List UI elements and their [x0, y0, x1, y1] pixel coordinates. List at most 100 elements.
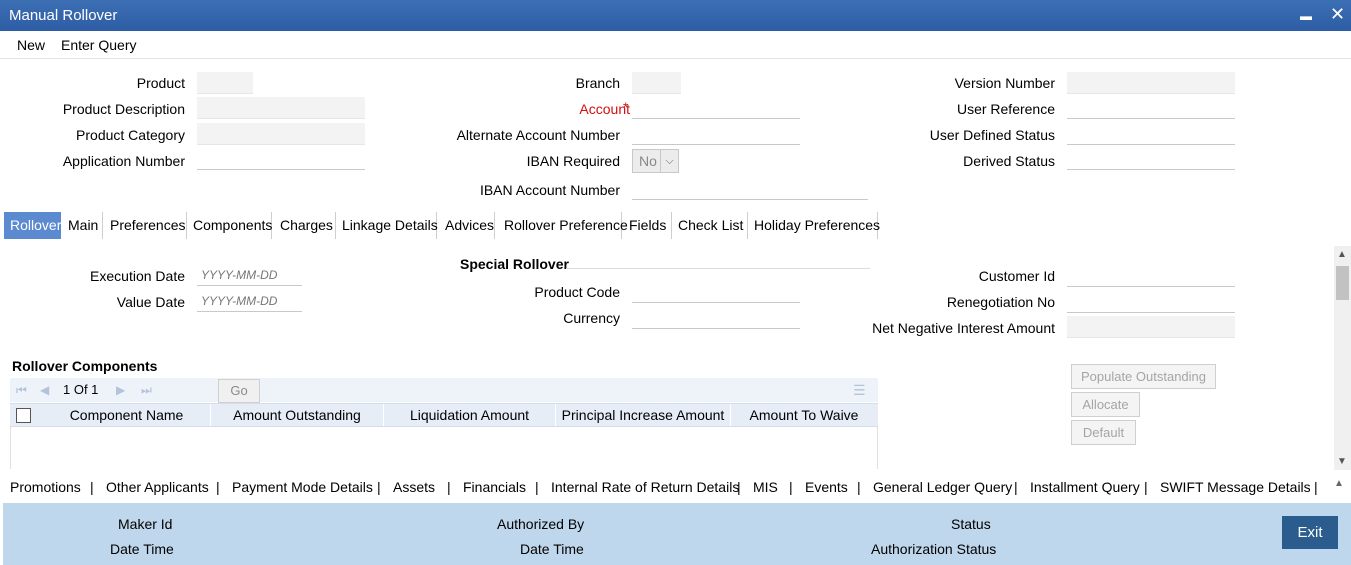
iban-required-value: No — [639, 153, 657, 169]
version-number-field[interactable] — [1067, 72, 1235, 94]
application-number-label: Application Number — [62, 153, 185, 169]
column-principal-increase-amount[interactable]: Principal Increase Amount — [556, 407, 730, 423]
go-button[interactable]: Go — [218, 379, 260, 403]
link-payment-mode-details[interactable]: Payment Mode Details — [232, 479, 373, 495]
column-amount-to-waive[interactable]: Amount To Waive — [731, 407, 877, 423]
first-page-icon[interactable]: ⏮ — [16, 383, 27, 398]
link-mis[interactable]: MIS — [753, 479, 778, 495]
link-assets[interactable]: Assets — [393, 479, 435, 495]
link-promotions[interactable]: Promotions — [10, 479, 81, 495]
link-financials[interactable]: Financials — [463, 479, 526, 495]
link-internal-rate-of-return-details[interactable]: Internal Rate of Return Details — [551, 479, 739, 495]
customer-id-field[interactable] — [1067, 265, 1235, 287]
column-settings-icon[interactable]: ☰ — [853, 382, 866, 399]
iban-account-number-label: IBAN Account Number — [479, 182, 620, 198]
currency-field[interactable] — [632, 307, 800, 329]
link-general-ledger-query[interactable]: General Ledger Query — [873, 479, 1012, 495]
iban-account-number-field[interactable] — [632, 178, 868, 200]
maker-id-label: Maker Id — [118, 516, 173, 532]
last-page-icon[interactable]: ⏭ — [141, 383, 152, 398]
customer-id-label: Customer Id — [978, 268, 1055, 284]
column-liquidation-amount[interactable]: Liquidation Amount — [384, 407, 555, 423]
user-defined-status-field[interactable] — [1067, 123, 1235, 145]
required-asterisk: * — [623, 99, 629, 115]
column-component-name[interactable]: Component Name — [42, 407, 211, 423]
special-rollover-title: Special Rollover — [460, 256, 569, 272]
tab-advices[interactable]: Advices — [437, 212, 495, 239]
select-all-checkbox[interactable] — [16, 408, 31, 423]
scroll-up-icon[interactable]: ▲ — [1337, 249, 1347, 260]
previous-page-icon[interactable]: ◀ — [40, 383, 49, 397]
tab-rollover-preference[interactable]: Rollover Preference — [495, 212, 628, 239]
title-bar: Manual Rollover ▬ ✕ — [0, 0, 1351, 31]
product-category-field[interactable] — [197, 123, 365, 145]
tab-linkage-details[interactable]: Linkage Details — [336, 212, 438, 239]
page-indicator: 1 Of 1 — [63, 382, 99, 397]
link-other-applicants[interactable]: Other Applicants — [106, 479, 209, 495]
user-reference-field[interactable] — [1067, 97, 1235, 119]
link-separator: | — [90, 479, 94, 495]
alternate-account-number-label: Alternate Account Number — [456, 127, 620, 143]
tab-holiday-preferences[interactable]: Holiday Preferences — [748, 212, 880, 239]
more-links-icon[interactable]: ▲ — [1334, 478, 1344, 489]
grid-header: Component Name Amount Outstanding Liquid… — [10, 403, 878, 427]
minimize-icon[interactable]: ▬ — [1300, 6, 1312, 26]
alternate-account-number-field[interactable] — [632, 123, 800, 145]
iban-required-label: IBAN Required — [526, 153, 620, 169]
link-separator: | — [216, 479, 220, 495]
authorized-by-label: Authorized By — [497, 516, 585, 532]
grid-pagination-bar: ⏮ ◀ 1 Of 1 ▶ ⏭ ☰ — [10, 378, 878, 402]
derived-status-field[interactable] — [1067, 148, 1235, 170]
link-separator: | — [377, 479, 381, 495]
execution-date-label: Execution Date — [90, 268, 185, 284]
link-swift-message-details[interactable]: SWIFT Message Details — [1160, 479, 1311, 495]
tab-rollover[interactable]: Rollover — [4, 212, 61, 239]
allocate-button[interactable]: Allocate — [1071, 392, 1140, 417]
link-installment-query[interactable]: Installment Query — [1030, 479, 1140, 495]
column-amount-outstanding[interactable]: Amount Outstanding — [211, 407, 383, 423]
product-label: Product — [136, 75, 185, 91]
tab-charges[interactable]: Charges — [272, 212, 336, 239]
value-date-field[interactable] — [197, 290, 302, 312]
scroll-thumb[interactable] — [1336, 266, 1349, 300]
status-label: Status — [951, 516, 991, 532]
default-button[interactable]: Default — [1071, 420, 1136, 445]
branch-label: Branch — [575, 75, 620, 91]
value-date-label: Value Date — [116, 294, 185, 310]
window-title: Manual Rollover — [9, 7, 118, 24]
currency-label: Currency — [563, 310, 620, 326]
product-code-field[interactable] — [632, 281, 800, 303]
link-events[interactable]: Events — [805, 479, 848, 495]
tab-components[interactable]: Components — [187, 212, 272, 239]
tab-main[interactable]: Main — [61, 212, 103, 239]
exit-button[interactable]: Exit — [1282, 516, 1338, 549]
close-icon[interactable]: ✕ — [1330, 4, 1345, 24]
section-divider — [566, 268, 870, 269]
next-page-icon[interactable]: ▶ — [116, 383, 125, 397]
tab-check-list[interactable]: Check List — [672, 212, 748, 239]
product-description-field[interactable] — [197, 97, 365, 119]
branch-field[interactable] — [632, 72, 681, 94]
authorization-status-label: Authorization Status — [871, 541, 997, 557]
link-separator: | — [535, 479, 539, 495]
tab-fields[interactable]: Fields — [622, 212, 672, 239]
menu-enter-query[interactable]: Enter Query — [61, 37, 136, 53]
version-number-label: Version Number — [954, 75, 1055, 91]
bottom-link-bar: Promotions | Other Applicants | Payment … — [0, 470, 1351, 502]
iban-required-select[interactable]: No ⌵ — [632, 149, 679, 173]
vertical-scrollbar[interactable]: ▲ ▼ — [1334, 246, 1351, 470]
menu-bar: New Enter Query — [0, 31, 1351, 59]
menu-new[interactable]: New — [17, 37, 45, 53]
scroll-down-icon[interactable]: ▼ — [1337, 456, 1347, 467]
net-negative-interest-amount-field[interactable] — [1067, 316, 1235, 338]
execution-date-field[interactable] — [197, 264, 302, 286]
tab-preferences[interactable]: Preferences — [103, 212, 187, 239]
maker-date-time-label: Date Time — [110, 541, 174, 557]
product-description-label: Product Description — [62, 101, 185, 117]
renegotiation-no-field[interactable] — [1067, 291, 1235, 313]
product-field[interactable] — [197, 72, 253, 94]
account-field[interactable] — [632, 97, 800, 119]
populate-outstanding-button[interactable]: Populate Outstanding — [1071, 364, 1216, 389]
link-separator: | — [1014, 479, 1018, 495]
application-number-field[interactable] — [197, 148, 365, 170]
